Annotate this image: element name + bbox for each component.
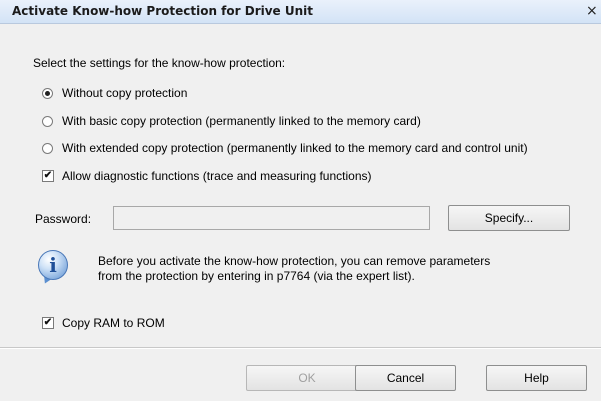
password-field[interactable]	[113, 206, 430, 230]
radio-label-extended-copy-protection[interactable]: With extended copy protection (permanent…	[62, 141, 528, 155]
copy-ram-to-rom-checkbox[interactable]: ✔	[42, 317, 54, 329]
info-icon: i	[38, 250, 68, 280]
window-title: Activate Know-how Protection for Drive U…	[12, 4, 314, 18]
radio-label-basic-copy-protection[interactable]: With basic copy protection (permanently …	[62, 114, 421, 128]
instructions-text: Select the settings for the know-how pro…	[33, 56, 286, 70]
radio-extended-copy-protection[interactable]	[42, 143, 53, 154]
close-icon[interactable]: ×	[586, 3, 601, 19]
allow-diagnostics-label[interactable]: Allow diagnostic functions (trace and me…	[62, 169, 372, 183]
info-text-line1: Before you activate the know-how protect…	[98, 254, 491, 268]
radio-basic-copy-protection[interactable]	[42, 116, 53, 127]
footer-separator	[0, 347, 601, 349]
password-label: Password:	[35, 212, 92, 226]
allow-diagnostics-checkbox[interactable]: ✔	[42, 170, 54, 182]
specify-button[interactable]: Specify...	[448, 205, 570, 231]
help-button[interactable]: Help	[486, 365, 587, 391]
cancel-button[interactable]: Cancel	[355, 365, 456, 391]
radio-without-copy-protection[interactable]	[42, 88, 53, 99]
ok-button[interactable]: OK	[246, 365, 368, 391]
title-bar: Activate Know-how Protection for Drive U…	[0, 0, 601, 24]
radio-label-without-copy-protection[interactable]: Without copy protection	[62, 86, 187, 100]
copy-ram-to-rom-label[interactable]: Copy RAM to ROM	[62, 316, 165, 330]
info-text-line2: from the protection by entering in p7764…	[98, 269, 415, 283]
